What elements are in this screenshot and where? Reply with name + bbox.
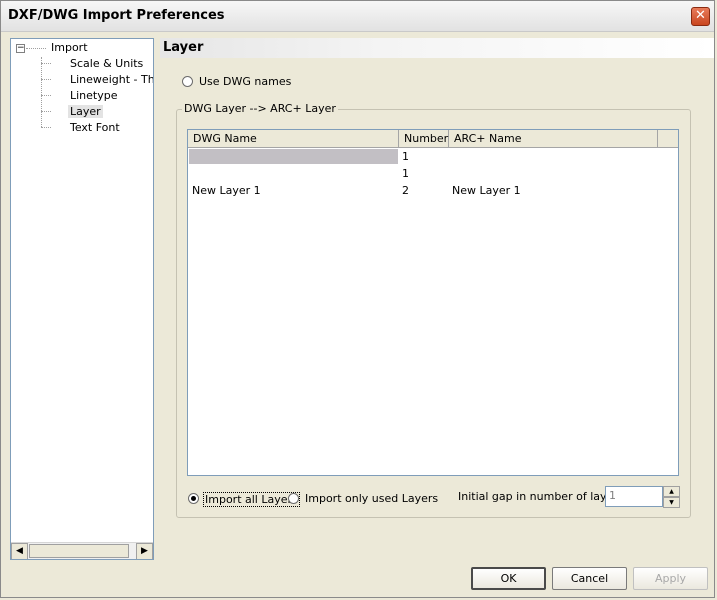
use-dwg-names-radio[interactable] [182,76,193,87]
selected-row-highlight [189,149,398,164]
close-button[interactable]: ✕ [691,7,710,26]
tree-connector [41,57,42,127]
spin-down-icon[interactable]: ▼ [663,497,680,508]
table-cell-number[interactable]: 1 [402,167,409,180]
spin-up-icon[interactable]: ▲ [663,486,680,497]
window-title: DXF/DWG Import Preferences [8,8,225,23]
tree-connector [41,95,51,96]
preferences-tree: − Import Scale & Units Lineweight - Thic… [10,38,154,560]
tree-item-layer[interactable]: Layer [68,105,103,118]
tree-item-text-font[interactable]: Text Font [70,121,120,134]
title-bar: DXF/DWG Import Preferences ✕ [1,1,714,32]
scroll-left-icon[interactable]: ◀ [11,543,28,559]
tree-horizontal-scrollbar[interactable]: ◀ ▶ [11,542,153,559]
ok-button[interactable]: OK [471,567,546,590]
table-cell-number[interactable]: 1 [402,150,409,163]
import-used-layers-label[interactable]: Import only used Layers [305,492,438,505]
tree-connector [41,127,51,128]
import-all-layers-radio[interactable] [188,493,199,504]
scroll-thumb[interactable] [29,544,129,558]
import-used-layers-radio[interactable] [288,493,299,504]
tree-connector [41,111,51,112]
tree-collapse-icon[interactable]: − [16,44,25,53]
initial-gap-input[interactable]: 1 [605,486,663,507]
table-cell-dwg-name[interactable]: New Layer 1 [192,184,261,197]
use-dwg-names-label[interactable]: Use DWG names [199,75,291,88]
group-legend: DWG Layer --> ARC+ Layer [182,102,338,115]
apply-button[interactable]: Apply [633,567,708,590]
table-cell-number[interactable]: 2 [402,184,409,197]
column-header-number[interactable]: Number [399,130,449,148]
tree-item-linetype[interactable]: Linetype [70,89,118,102]
import-all-layers-label[interactable]: Import all Layers [203,492,300,507]
scroll-right-icon[interactable]: ▶ [136,543,153,559]
tree-connector [41,63,51,64]
initial-gap-label: Initial gap in number of layers: [458,490,628,503]
tree-item-lineweight[interactable]: Lineweight - Thick [70,73,153,86]
layer-mapping-list[interactable]: DWG Name Number ARC+ Name 1 1 New Layer … [187,129,679,476]
column-header-dwg-name[interactable]: DWG Name [188,130,399,148]
tree-connector [41,79,51,80]
panel-title: Layer [163,40,204,55]
tree-item-import[interactable]: Import [51,41,88,54]
panel-header: Layer [160,38,714,58]
column-header-filler [658,130,678,148]
column-header-arc-name[interactable]: ARC+ Name [449,130,658,148]
dialog-window: DXF/DWG Import Preferences ✕ − Import Sc… [0,0,715,598]
tree-item-scale-units[interactable]: Scale & Units [70,57,143,70]
tree-connector [26,48,46,49]
cancel-button[interactable]: Cancel [552,567,627,590]
table-cell-arc-name[interactable]: New Layer 1 [452,184,521,197]
